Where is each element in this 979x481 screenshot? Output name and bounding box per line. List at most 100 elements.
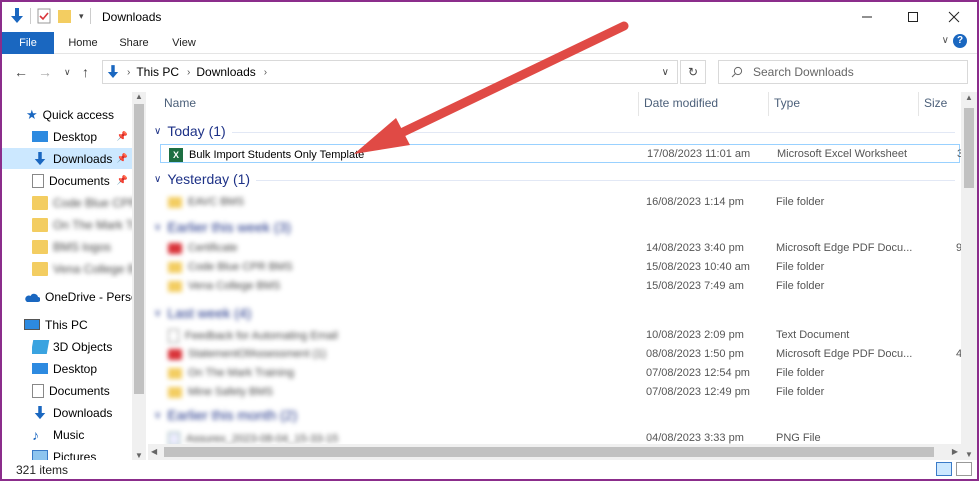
sidebar-item-this-pc[interactable]: This PC: [24, 314, 132, 335]
scroll-left-icon[interactable]: ◀: [151, 447, 157, 456]
file-row[interactable]: Certificate 14/08/2023 3:40 pm Microsoft…: [160, 239, 961, 258]
file-row[interactable]: StatementOfAssessment (1) 08/08/2023 1:5…: [160, 345, 961, 364]
sidebar-item-downloads[interactable]: Downloads 📌: [2, 148, 132, 169]
file-row[interactable]: Vena College BMS 15/08/2023 7:49 am File…: [160, 277, 960, 296]
file-row[interactable]: Mine Safety BMS 07/08/2023 12:49 pm File…: [160, 383, 960, 402]
sidebar-item-documents[interactable]: Documents 📌: [32, 170, 132, 191]
new-folder-icon[interactable]: [57, 8, 73, 24]
file-row[interactable]: X Bulk Import Students Only Template 17/0…: [160, 144, 961, 163]
horizontal-scroll-thumb[interactable]: [164, 447, 934, 457]
refresh-icon: ↻: [687, 65, 699, 79]
file-type: Microsoft Excel Worksheet: [777, 148, 908, 160]
group-header-today[interactable]: ∨ Today (1): [154, 123, 226, 139]
file-list-vertical-scrollbar[interactable]: ▲ ▼: [961, 92, 977, 460]
close-button[interactable]: [931, 2, 977, 32]
properties-icon[interactable]: [37, 8, 51, 24]
search-input[interactable]: Search Downloads: [718, 60, 968, 84]
pin-icon[interactable]: 📌: [117, 175, 128, 186]
sidebar-scroll-thumb[interactable]: [134, 104, 144, 394]
column-divider[interactable]: [918, 92, 919, 116]
desktop-icon: [32, 131, 48, 142]
customize-toolbar-icon[interactable]: ▾: [79, 11, 84, 22]
desktop-icon: [32, 363, 48, 374]
file-list-horizontal-scrollbar[interactable]: ◀ ▶: [148, 444, 961, 460]
file-row[interactable]: On The Mark Training 07/08/2023 12:54 pm…: [160, 364, 960, 383]
file-date: 10/08/2023 2:09 pm: [646, 329, 744, 341]
forward-button[interactable]: →: [38, 64, 52, 80]
sidebar-item-desktop[interactable]: Desktop 📌: [32, 126, 132, 147]
folder-icon: [168, 196, 182, 208]
file-date: 07/08/2023 12:49 pm: [646, 386, 750, 398]
sidebar-item-pictures[interactable]: Pictures: [32, 446, 132, 460]
crumb-separator-icon: ›: [187, 66, 191, 78]
sidebar-item-quick-access[interactable]: ★ Quick access: [26, 104, 146, 125]
sidebar-item-label: Music: [53, 427, 85, 442]
sidebar-item-folder[interactable]: Vena College BMS: [32, 258, 132, 279]
tab-home[interactable]: Home: [64, 32, 102, 54]
download-icon: [34, 405, 46, 419]
sidebar-item-folder[interactable]: Code Blue CPR: [32, 192, 132, 213]
column-divider[interactable]: [768, 92, 769, 116]
breadcrumb-this-pc[interactable]: This PC: [136, 65, 179, 79]
up-button[interactable]: ↑: [82, 64, 89, 80]
scroll-down-icon[interactable]: ▼: [135, 451, 143, 460]
sidebar-item-label: Vena College BMS: [53, 261, 132, 276]
tab-share[interactable]: Share: [116, 32, 152, 54]
maximize-button[interactable]: [890, 2, 936, 32]
pictures-icon: [32, 449, 48, 460]
address-bar[interactable]: › This PC › Downloads › ∨: [102, 60, 678, 84]
group-header-yesterday[interactable]: ∨ Yesterday (1): [154, 171, 250, 187]
sidebar-item-desktop-pc[interactable]: Desktop: [32, 358, 132, 379]
crumb-separator-icon: ›: [127, 66, 131, 78]
scroll-right-icon[interactable]: ▶: [952, 447, 958, 456]
file-row[interactable]: EAVC BMS 16/08/2023 1:14 pm File folder: [160, 193, 960, 212]
file-row[interactable]: Code Blue CPR BMS 15/08/2023 10:40 am Fi…: [160, 258, 960, 277]
large-icons-view-button[interactable]: [956, 462, 972, 476]
scroll-down-icon[interactable]: ▼: [965, 450, 973, 459]
column-divider[interactable]: [638, 92, 639, 116]
refresh-button[interactable]: ↻: [680, 60, 706, 84]
sidebar-item-folder[interactable]: BMS logos: [32, 236, 132, 257]
details-view-button[interactable]: [936, 462, 952, 476]
group-header-last-week[interactable]: ∨ Last week (4): [154, 305, 251, 321]
back-button[interactable]: ←: [14, 64, 28, 80]
sidebar-item-3d-objects[interactable]: 3D Objects: [32, 336, 132, 357]
expand-ribbon-icon[interactable]: ∨: [942, 35, 949, 46]
tab-file[interactable]: File: [2, 32, 54, 54]
column-header-date[interactable]: Date modified: [644, 92, 718, 114]
pin-icon[interactable]: 📌: [117, 131, 128, 142]
tab-view[interactable]: View: [168, 32, 200, 54]
file-type: File folder: [776, 367, 825, 379]
file-type: PNG File: [776, 432, 821, 444]
collapse-chevron-icon: ∨: [154, 307, 162, 319]
file-type: File folder: [776, 386, 825, 398]
address-dropdown-icon[interactable]: ∨: [662, 67, 669, 78]
navigation-pane: ★ Quick access Desktop 📌 Downloads 📌 Doc…: [2, 92, 146, 460]
scroll-up-icon[interactable]: ▲: [965, 93, 973, 102]
file-row[interactable]: Feedback for Automating Email 10/08/2023…: [160, 326, 960, 345]
vertical-scroll-thumb[interactable]: [964, 108, 974, 188]
sidebar-item-documents-pc[interactable]: Documents: [32, 380, 132, 401]
recent-locations-icon[interactable]: ∨: [64, 67, 71, 78]
sidebar-item-downloads-pc[interactable]: Downloads: [32, 402, 132, 423]
file-row[interactable]: Assurex_2023-08-04_15-33-15 04/08/2023 3…: [160, 429, 960, 444]
breadcrumb-downloads[interactable]: Downloads: [196, 65, 255, 79]
column-header-type[interactable]: Type: [774, 92, 800, 114]
sidebar-item-music[interactable]: ♪ Music: [32, 424, 132, 445]
file-type: File folder: [776, 280, 825, 292]
group-label: Earlier this month (2): [167, 407, 298, 423]
help-icon[interactable]: ?: [953, 34, 967, 48]
column-header-size[interactable]: Size: [924, 92, 947, 114]
sidebar-item-onedrive[interactable]: OneDrive - Persor: [24, 286, 132, 307]
sidebar-item-folder[interactable]: On The Mark Training: [32, 214, 132, 235]
file-date: 04/08/2023 3:33 pm: [646, 432, 744, 444]
minimize-button[interactable]: [844, 2, 890, 32]
group-header-earlier-this-month[interactable]: ∨ Earlier this month (2): [154, 407, 297, 423]
pin-icon[interactable]: 📌: [117, 153, 128, 164]
scroll-up-icon[interactable]: ▲: [135, 92, 143, 101]
group-header-earlier-this-week[interactable]: ∨ Earlier this week (3): [154, 219, 291, 235]
column-header-name[interactable]: Name: [164, 92, 196, 114]
pdf-icon: [168, 348, 182, 360]
pdf-icon: [168, 242, 182, 254]
sidebar-scrollbar[interactable]: ▲ ▼: [132, 92, 146, 460]
